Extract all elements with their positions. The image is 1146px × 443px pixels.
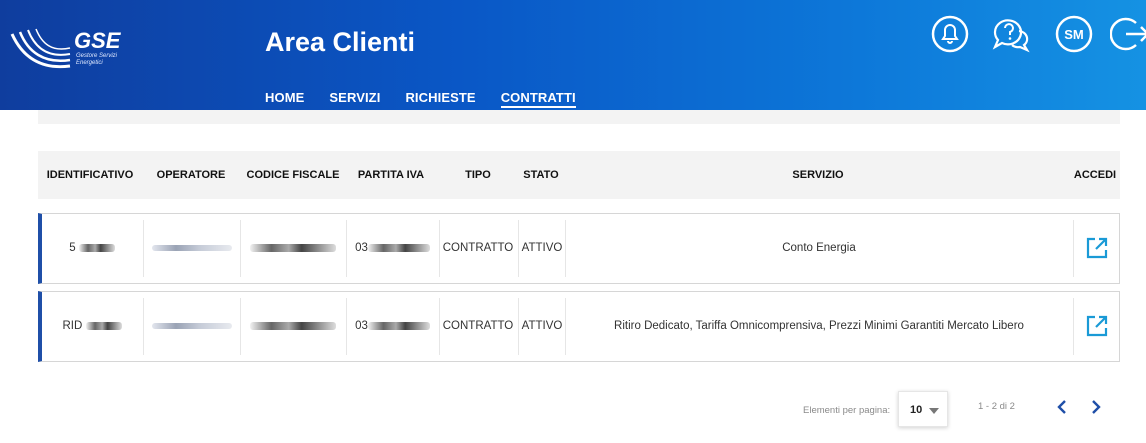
column-header-stato[interactable]: STATO	[518, 151, 564, 199]
cell-codice-fiscale	[241, 214, 345, 283]
cell-stato: ATTIVO	[521, 320, 563, 332]
header-actions: SM	[926, 14, 1146, 58]
column-header-servizio[interactable]: SERVIZIO	[565, 151, 1071, 199]
cell-servizio: Conto Energia	[782, 242, 856, 254]
logo-text: GSE	[74, 28, 121, 53]
open-external-link-icon[interactable]	[1085, 314, 1109, 338]
cell-operatore	[144, 292, 239, 361]
nav-richieste[interactable]: RICHIESTE	[405, 90, 475, 108]
next-page-icon[interactable]	[1088, 398, 1104, 416]
user-avatar-icon[interactable]: SM	[1054, 14, 1094, 54]
filter-bar	[38, 110, 1120, 124]
page-title: Area Clienti	[265, 27, 416, 57]
page-size-select[interactable]: 10	[898, 391, 948, 427]
cell-partita-iva: 03	[347, 214, 438, 283]
cell-identificativo: 5	[46, 214, 138, 283]
column-header-identificativo[interactable]: IDENTIFICATIVO	[44, 151, 136, 199]
column-header-partita-iva[interactable]: PARTITA IVA	[345, 151, 437, 199]
gse-logo[interactable]: GSE Gestore Servizi Energetici	[10, 26, 120, 86]
nav-home[interactable]: HOME	[265, 90, 304, 108]
pagination-range: 1 - 2 di 2	[978, 401, 1015, 412]
notifications-bell-icon[interactable]	[930, 14, 970, 54]
app-header: GSE Gestore Servizi Energetici Area Clie…	[0, 0, 1146, 110]
column-header-codice-fiscale[interactable]: CODICE FISCALE	[242, 151, 344, 199]
page-size-label: Elementi per pagina:	[803, 405, 891, 416]
logo-subtitle: Gestore Servizi Energetici	[76, 53, 118, 66]
open-external-link-icon[interactable]	[1085, 236, 1109, 260]
cell-codice-fiscale	[241, 292, 345, 361]
help-chat-icon[interactable]	[990, 14, 1030, 54]
cell-tipo: CONTRATTO	[442, 320, 514, 332]
cell-partita-iva: 03	[347, 292, 438, 361]
nav-servizi[interactable]: SERVIZI	[329, 90, 380, 108]
gse-logo-waves-icon	[10, 28, 71, 69]
page-size-value: 10	[910, 404, 923, 416]
cell-servizio: Ritiro Dedicato, Tariffa Omnicomprensiva…	[614, 320, 1024, 332]
cell-identificativo: RID	[46, 292, 138, 361]
logout-icon[interactable]	[1110, 14, 1146, 54]
cell-operatore	[144, 214, 239, 283]
nav-contratti[interactable]: CONTRATTI	[500, 90, 576, 108]
cell-stato: ATTIVO	[521, 242, 563, 254]
column-header-operatore[interactable]: OPERATORE	[146, 151, 236, 199]
main-nav: HOME SERVIZI RICHIESTE CONTRATTI	[265, 90, 576, 108]
avatar-initials: SM	[1064, 27, 1084, 42]
table-row: RID 03 CONTRATTO ATTIVO Ritiro Dedicato,…	[38, 291, 1120, 362]
cell-tipo: CONTRATTO	[442, 242, 514, 254]
previous-page-icon[interactable]	[1054, 398, 1070, 416]
table-header: IDENTIFICATIVO OPERATORE CODICE FISCALE …	[38, 151, 1120, 199]
chevron-down-icon	[929, 408, 939, 414]
table-row: 5 03 CONTRATTO ATTIVO Conto Energia	[38, 213, 1120, 284]
column-header-accedi: ACCEDI	[1073, 169, 1117, 181]
column-header-tipo[interactable]: TIPO	[440, 151, 516, 199]
